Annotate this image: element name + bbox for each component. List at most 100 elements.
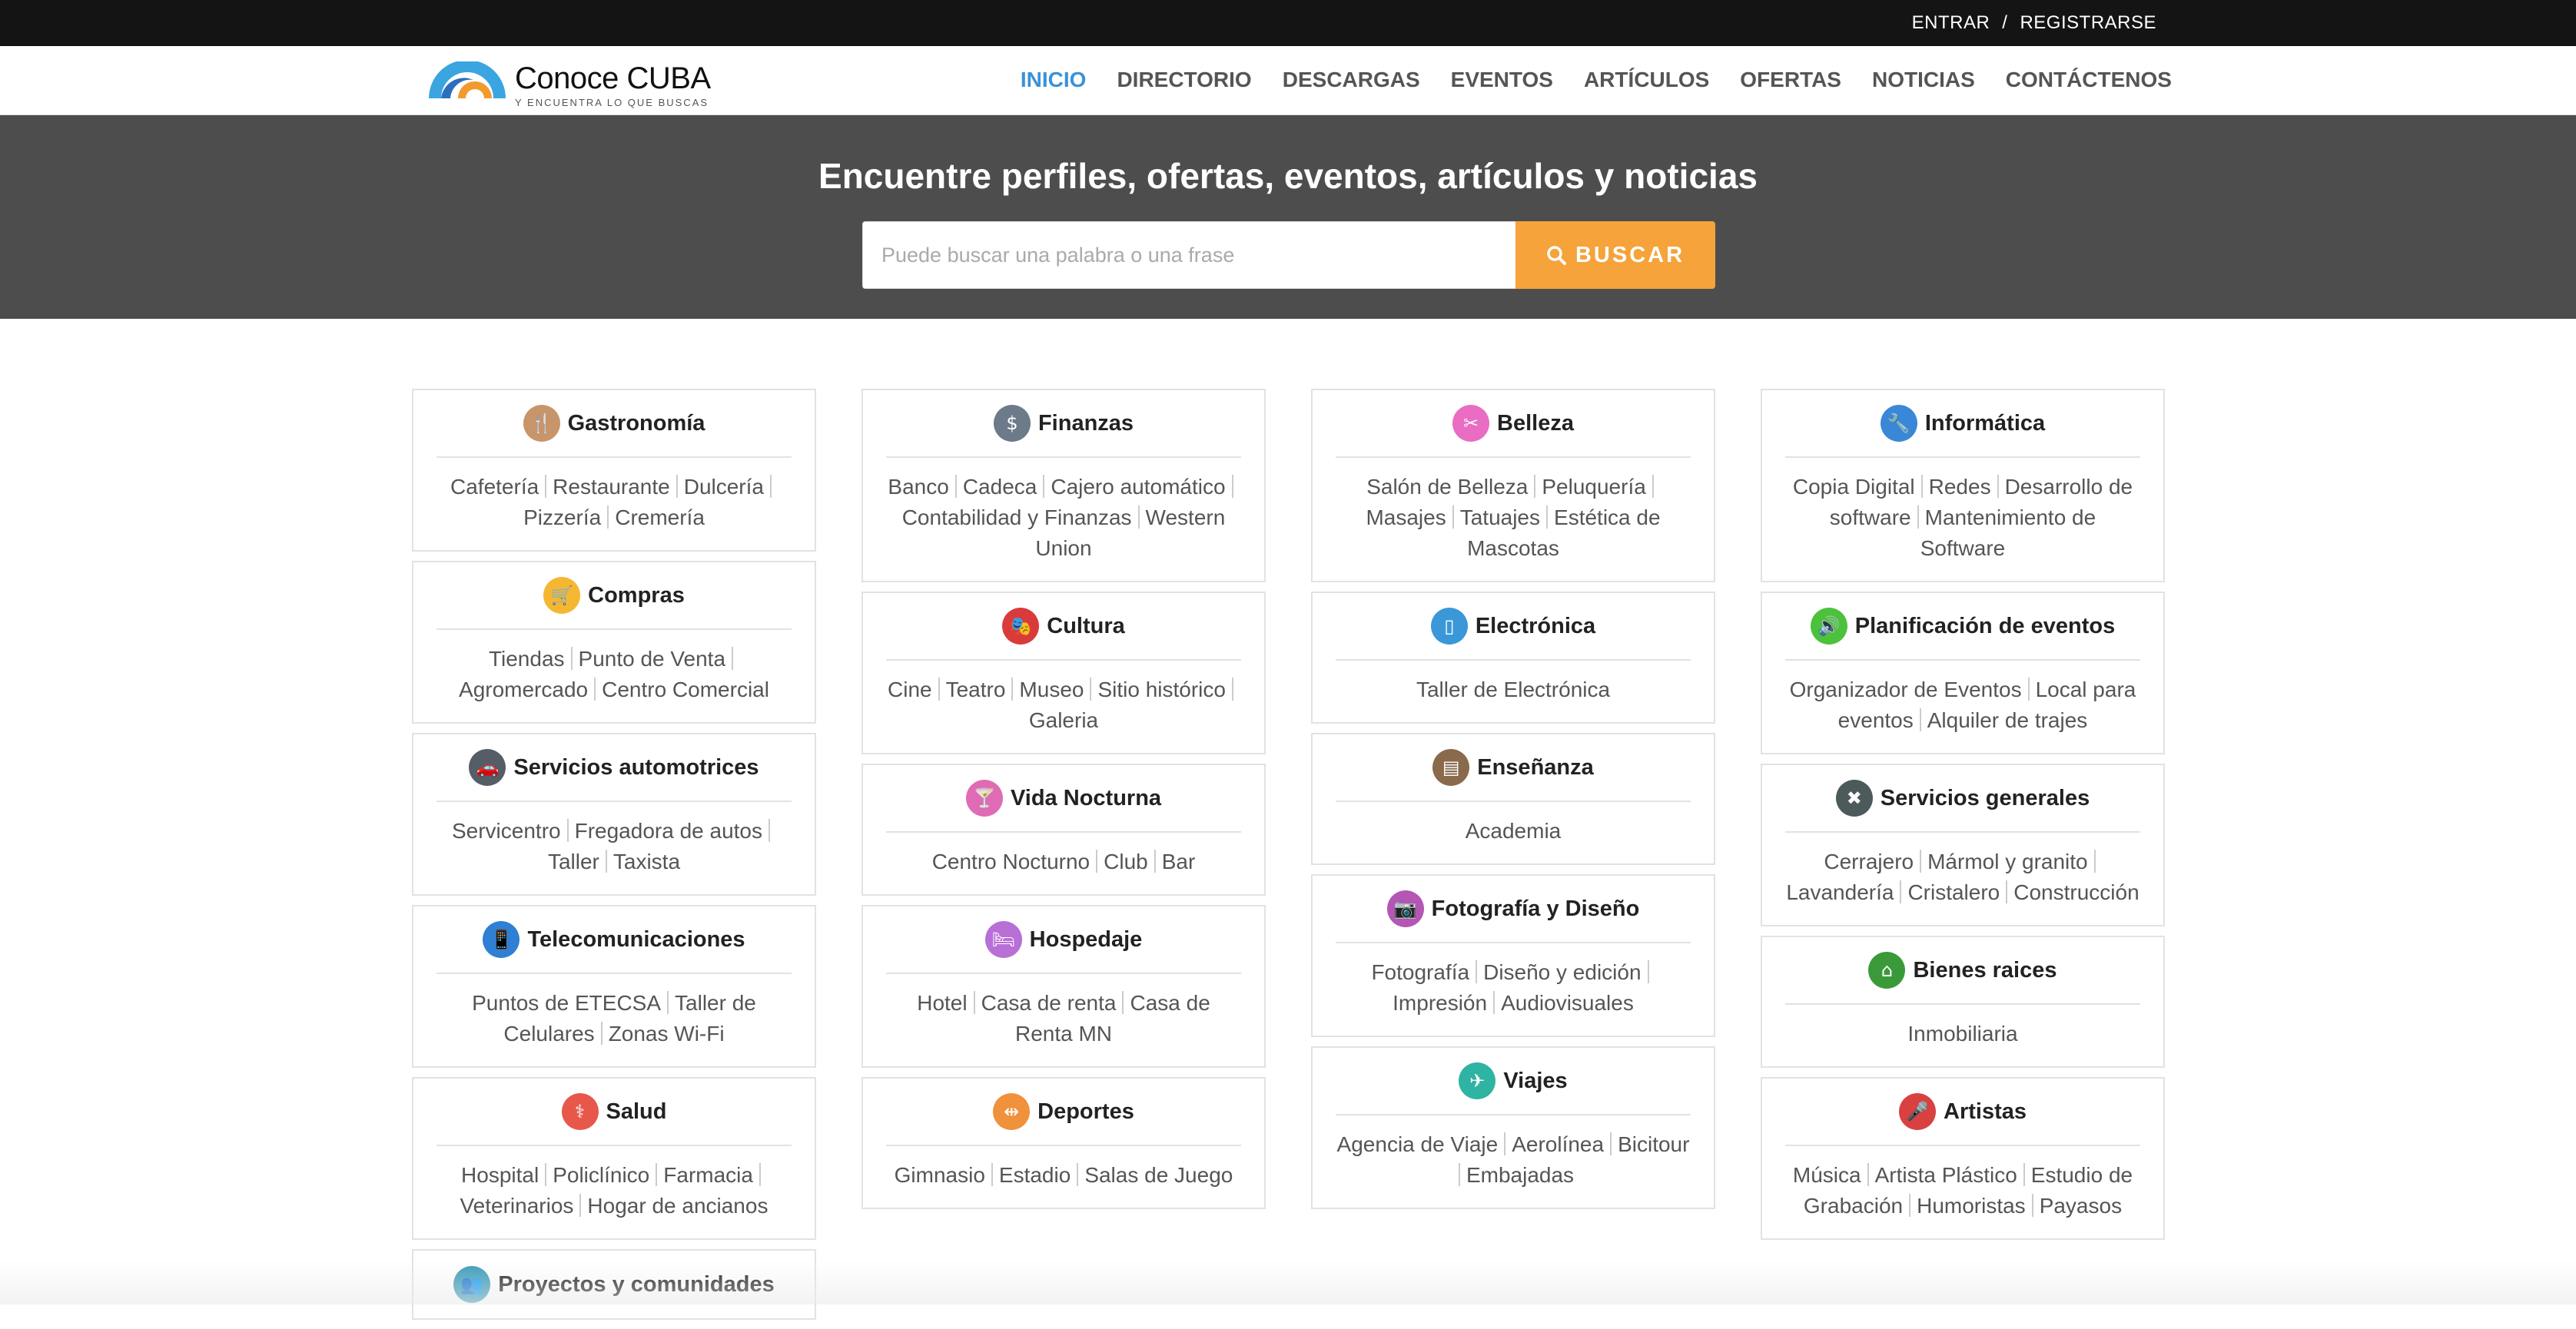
subcategory-link[interactable]: Fregadora de autos: [575, 819, 762, 843]
subcategory-link[interactable]: Hotel: [917, 991, 967, 1015]
category-header[interactable]: 🚗 Servicios automotrices: [437, 734, 792, 802]
nav-inicio[interactable]: INICIO: [1021, 68, 1087, 92]
nav-contactenos[interactable]: CONTÁCTENOS: [2006, 68, 2172, 92]
category-header[interactable]: ⇹ Deportes: [886, 1079, 1241, 1146]
subcategory-link[interactable]: Dulcería: [684, 475, 764, 499]
category-header[interactable]: 🎤 Artistas: [1785, 1079, 2140, 1146]
subcategory-link[interactable]: Artista Plástico: [1875, 1163, 2017, 1187]
category-header[interactable]: 🔊 Planificación de eventos: [1785, 593, 2140, 661]
subcategory-link[interactable]: Humoristas: [1917, 1194, 2026, 1218]
category-header[interactable]: 🔧 Informática: [1785, 390, 2140, 458]
category-title[interactable]: Cultura: [1047, 614, 1125, 639]
subcategory-link[interactable]: Taller: [548, 850, 599, 873]
subcategory-link[interactable]: Cajero automático: [1051, 475, 1225, 499]
subcategory-link[interactable]: Fotografía: [1371, 960, 1469, 984]
category-header[interactable]: ▤ Enseñanza: [1336, 734, 1691, 802]
subcategory-link[interactable]: Hogar de ancianos: [587, 1194, 768, 1218]
subcategory-link[interactable]: Club: [1104, 850, 1148, 873]
subcategory-link[interactable]: Contabilidad y Finanzas: [902, 505, 1132, 529]
subcategory-link[interactable]: Cafetería: [450, 475, 539, 499]
subcategory-link[interactable]: Bicitour: [1618, 1132, 1689, 1156]
category-header[interactable]: ✖ Servicios generales: [1785, 765, 2140, 833]
subcategory-link[interactable]: Cine: [888, 678, 932, 701]
subcategory-link[interactable]: Punto de Venta: [579, 647, 726, 671]
category-title[interactable]: Belleza: [1497, 411, 1574, 436]
subcategory-link[interactable]: Alquiler de trajes: [1927, 708, 2088, 732]
category-title[interactable]: Telecomunicaciones: [527, 927, 745, 953]
subcategory-link[interactable]: Agromercado: [459, 678, 588, 701]
category-title[interactable]: Deportes: [1037, 1099, 1134, 1125]
subcategory-link[interactable]: Aerolínea: [1512, 1132, 1604, 1156]
subcategory-link[interactable]: Estadio: [999, 1163, 1071, 1187]
category-header[interactable]: ⚕ Salud: [437, 1079, 792, 1146]
category-header[interactable]: 🎭 Cultura: [886, 593, 1241, 661]
category-title[interactable]: Viajes: [1503, 1069, 1567, 1094]
subcategory-link[interactable]: Academia: [1466, 819, 1562, 843]
search-input[interactable]: [862, 221, 1515, 289]
category-header[interactable]: ▯ Electrónica: [1336, 593, 1691, 661]
subcategory-link[interactable]: Casa de renta: [981, 991, 1117, 1015]
subcategory-link[interactable]: Tiendas: [489, 647, 565, 671]
subcategory-link[interactable]: Cadeca: [963, 475, 1037, 499]
subcategory-link[interactable]: Servicentro: [452, 819, 561, 843]
category-title[interactable]: Planificación de eventos: [1855, 614, 2115, 639]
subcategory-link[interactable]: Puntos de ETECSA: [472, 991, 661, 1015]
category-header[interactable]: ✂ Belleza: [1336, 390, 1691, 458]
category-header[interactable]: 🛒 Compras: [437, 562, 792, 630]
category-title[interactable]: Bienes raices: [1913, 958, 2056, 983]
category-title[interactable]: Salud: [606, 1099, 667, 1125]
category-title[interactable]: Electrónica: [1476, 614, 1595, 639]
subcategory-link[interactable]: Farmacia: [663, 1163, 753, 1187]
subcategory-link[interactable]: Veterinarios: [460, 1194, 574, 1218]
subcategory-link[interactable]: Peluquería: [1542, 475, 1645, 499]
category-title[interactable]: Hospedaje: [1030, 927, 1143, 953]
subcategory-link[interactable]: Mármol y granito: [1927, 850, 2088, 873]
category-title[interactable]: Proyectos y comunidades: [498, 1272, 774, 1298]
category-title[interactable]: Informática: [1925, 411, 2045, 436]
subcategory-link[interactable]: Embajadas: [1466, 1163, 1574, 1187]
subcategory-link[interactable]: Policlínico: [553, 1163, 649, 1187]
nav-articulos[interactable]: ARTÍCULOS: [1584, 68, 1709, 92]
subcategory-link[interactable]: Teatro: [946, 678, 1006, 701]
subcategory-link[interactable]: Museo: [1019, 678, 1084, 701]
subcategory-link[interactable]: Agencia de Viaje: [1337, 1132, 1499, 1156]
subcategory-link[interactable]: Diseño y edición: [1483, 960, 1641, 984]
subcategory-link[interactable]: Cerrajero: [1824, 850, 1914, 873]
subcategory-link[interactable]: Sitio histórico: [1097, 678, 1226, 701]
subcategory-link[interactable]: Pizzería: [523, 505, 601, 529]
category-header[interactable]: 🍴 Gastronomía: [437, 390, 792, 458]
category-title[interactable]: Fotografía y Diseño: [1432, 896, 1640, 922]
site-logo[interactable]: Conoce CUBA Y ENCUENTRA LO QUE BUSCAS: [427, 57, 727, 108]
subcategory-link[interactable]: Salas de Juego: [1084, 1163, 1233, 1187]
category-title[interactable]: Artistas: [1944, 1099, 2027, 1125]
subcategory-link[interactable]: Hospital: [461, 1163, 539, 1187]
subcategory-link[interactable]: Taller de Electrónica: [1416, 678, 1610, 701]
category-header[interactable]: 🍸 Vida Nocturna: [886, 765, 1241, 833]
category-header[interactable]: 🛏 Hospedaje: [886, 906, 1241, 974]
nav-ofertas[interactable]: OFERTAS: [1740, 68, 1841, 92]
subcategory-link[interactable]: Copia Digital: [1793, 475, 1915, 499]
subcategory-link[interactable]: Música: [1793, 1163, 1861, 1187]
category-header[interactable]: ✈ Viajes: [1336, 1048, 1691, 1115]
subcategory-link[interactable]: Construcción: [2013, 880, 2139, 904]
subcategory-link[interactable]: Centro Nocturno: [932, 850, 1090, 873]
category-title[interactable]: Finanzas: [1038, 411, 1134, 436]
nav-directorio[interactable]: DIRECTORIO: [1117, 68, 1251, 92]
subcategory-link[interactable]: Bar: [1162, 850, 1196, 873]
subcategory-link[interactable]: Redes: [1929, 475, 1991, 499]
subcategory-link[interactable]: Inmobiliaria: [1907, 1022, 2017, 1046]
category-title[interactable]: Gastronomía: [568, 411, 705, 436]
subcategory-link[interactable]: Centro Comercial: [602, 678, 769, 701]
subcategory-link[interactable]: Banco: [888, 475, 948, 499]
category-header[interactable]: ⌂ Bienes raices: [1785, 937, 2140, 1005]
nav-descargas[interactable]: DESCARGAS: [1283, 68, 1420, 92]
category-title[interactable]: Vida Nocturna: [1011, 786, 1161, 811]
subcategory-link[interactable]: Masajes: [1366, 505, 1446, 529]
register-link[interactable]: REGISTRARSE: [2020, 12, 2156, 34]
login-link[interactable]: ENTRAR: [1912, 12, 1990, 34]
subcategory-link[interactable]: Taxista: [613, 850, 680, 873]
subcategory-link[interactable]: Cremería: [615, 505, 705, 529]
subcategory-link[interactable]: Organizador de Eventos: [1790, 678, 2022, 701]
subcategory-link[interactable]: Lavandería: [1786, 880, 1894, 904]
category-header[interactable]: 👥 Proyectos y comunidades: [437, 1251, 792, 1318]
